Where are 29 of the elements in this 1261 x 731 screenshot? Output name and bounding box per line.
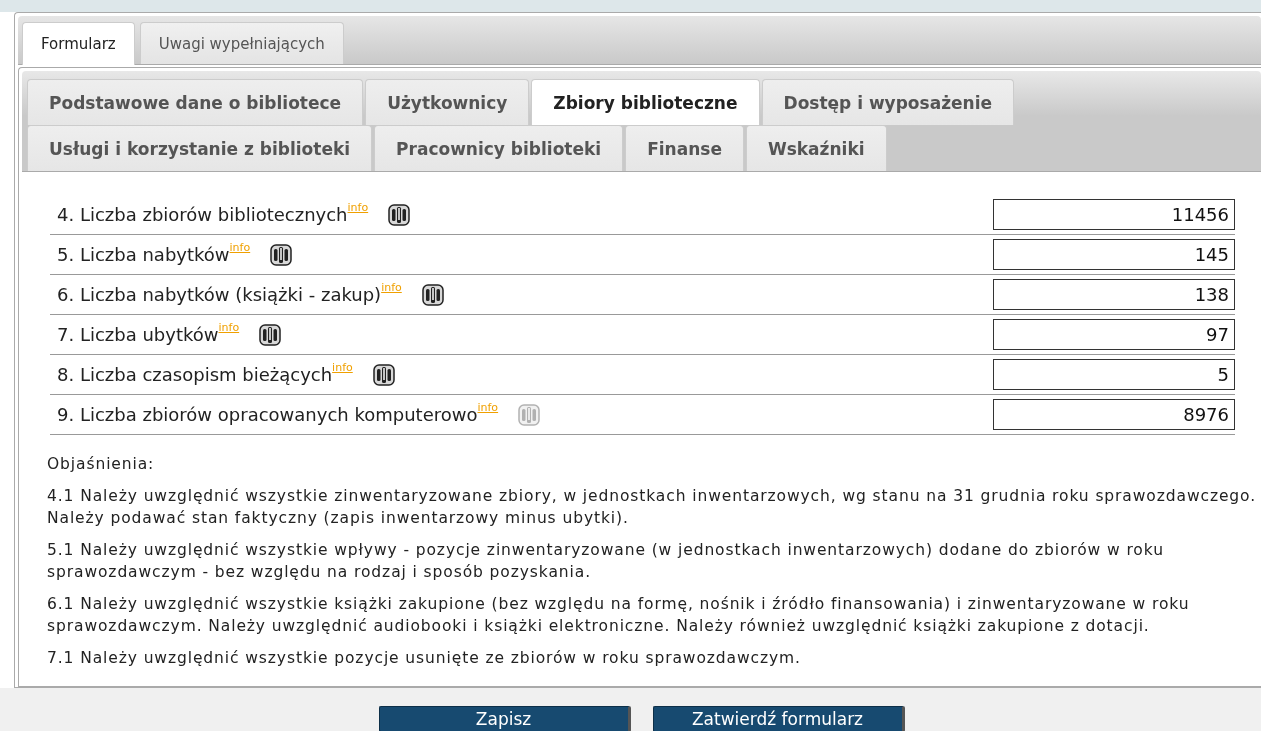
tab[interactable]: Usługi i korzystanie z biblioteki — [27, 125, 373, 171]
note-paragraph: 5.1 Należy uwzględnić wszystkie wpływy - pozycje zinwentaryzowane (w jednostkach inwentarzowych) dodane do zbiorów w roku sprawozdawczym - bez względu na rodzaj i sposób pozyskania. — [47, 540, 1165, 583]
note-paragraph: 4.1 Należy uwzględnić wszystkie zinwentaryzowane zbiory, w jednostkach inwentarzowych, wg stanu na 31 grudnia roku sprawozdawczego. Należy podawać stan faktyczny (zapis inwentarzowy minus ubytki). — [47, 486, 1258, 529]
field-label: 5. Liczba nabytków — [57, 244, 230, 265]
number-field[interactable]: 5 — [993, 359, 1235, 390]
field-label: 4. Liczba zbiorów bibliotecznych — [57, 204, 348, 225]
number-field[interactable]: 97 — [993, 319, 1235, 350]
number-field[interactable]: 145 — [993, 239, 1235, 270]
field-label: 6. Liczba nabytków (książki - zakup) — [57, 284, 382, 305]
tab[interactable]: Formularz — [22, 22, 135, 65]
tab[interactable]: Pracownicy biblioteki — [374, 125, 624, 171]
action-button[interactable]: Zapisz — [378, 706, 631, 731]
tab[interactable]: Zbiory biblioteczne — [531, 79, 760, 125]
number-field[interactable]: 11456 — [993, 199, 1235, 230]
action-button[interactable]: Zatwierdź formularz — [652, 706, 905, 731]
tab[interactable]: Użytkownicy — [365, 79, 530, 125]
field-label: 8. Liczba czasopism bieżących — [57, 364, 333, 385]
number-field[interactable]: 8976 — [993, 399, 1235, 430]
tab[interactable]: Dostęp i wyposażenie — [761, 79, 1015, 125]
tab[interactable]: Podstawowe dane o bibliotece — [27, 79, 364, 125]
tab[interactable]: Finanse — [625, 125, 744, 171]
note-paragraph: 6.1 Należy uwzględnić wszystkie książki zakupione (bez względu na formę, nośnik i źródło finansowania) i zinwentaryzowane w roku sprawozdawczym. Należy uwzględnić audiobooki i książki elektroniczne. Należy również uwzględnić książki zakupione z dotacji. — [47, 594, 1191, 637]
notes-heading: Objaśnienia: — [47, 454, 156, 475]
note-paragraph: 7.1 Należy uwzględnić wszystkie pozycje usunięte ze zbiorów w roku sprawozdawczym. — [47, 648, 802, 669]
number-field[interactable]: 138 — [993, 279, 1235, 310]
tab[interactable]: Wskaźniki — [745, 125, 887, 171]
tab[interactable]: Uwagi wypełniających — [139, 22, 344, 64]
field-label: 9. Liczba zbiorów opracowanych komputerowo — [57, 404, 478, 425]
field-label: 7. Liczba ubytków — [57, 324, 219, 345]
